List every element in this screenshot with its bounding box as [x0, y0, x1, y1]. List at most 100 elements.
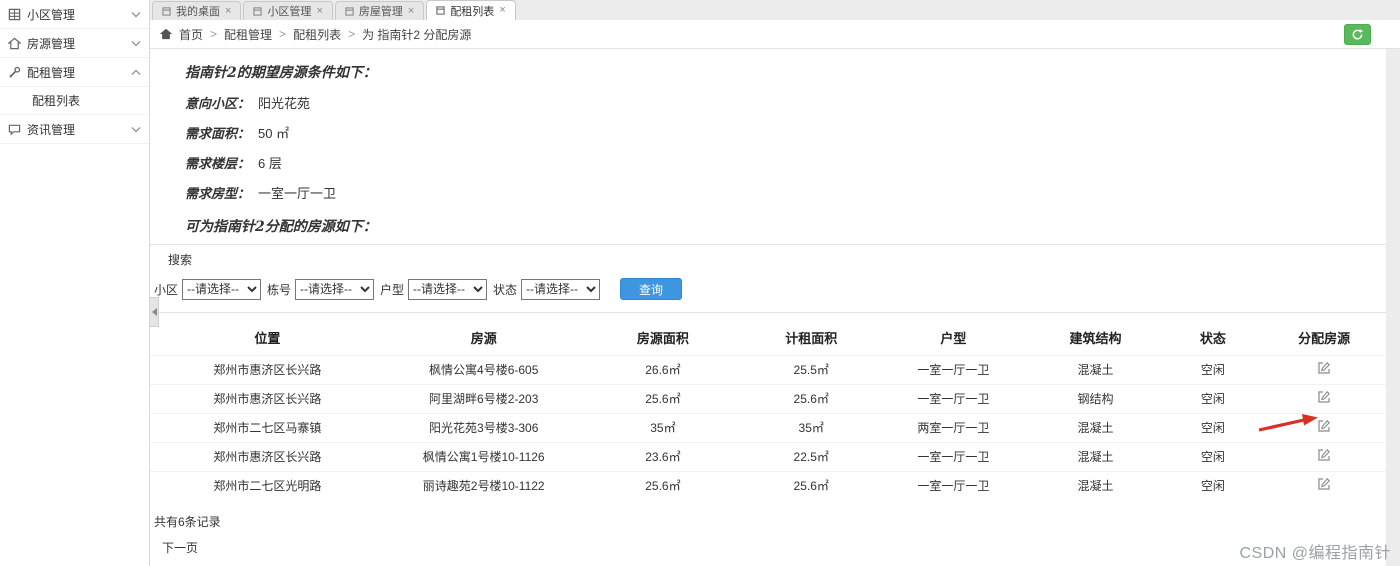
cell-location: 郑州市二七区光明路	[150, 470, 385, 500]
cell-house-area: 25.6㎡	[582, 470, 744, 500]
breadcrumb-separator: >	[210, 27, 218, 41]
cell-assign	[1262, 354, 1386, 384]
cell-status: 空闲	[1163, 441, 1263, 471]
cell-house-area: 25.6㎡	[582, 383, 744, 413]
next-page-link[interactable]: 下一页	[162, 539, 198, 556]
sidebar-item-community[interactable]: 小区管理	[0, 0, 149, 29]
cell-rent-area: 25.6㎡	[743, 470, 880, 500]
breadcrumb: 首页 > 配租管理 > 配租列表 > 为 指南针2 分配房源	[150, 20, 1400, 49]
assign-edit-icon[interactable]	[1317, 361, 1331, 375]
filter-label-building: 栋号	[267, 282, 292, 297]
tab-bar: 我的桌面 × 小区管理 × 房屋管理 × 配租列表 ×	[150, 0, 1400, 20]
col-rent-area: 计租面积	[785, 331, 838, 347]
tab-my-desktop[interactable]: 我的桌面 ×	[152, 1, 242, 20]
col-layout: 户型	[940, 331, 967, 347]
status-select[interactable]: --请选择--	[521, 278, 601, 300]
content-panel: 指南针2的期望房源条件如下： 意向小区： 阳光花苑 需求面积： 50 ㎡ 需求楼…	[150, 49, 1386, 566]
scroll-gutter	[1386, 49, 1400, 566]
filter-label-layout: 户型	[380, 282, 405, 297]
tab-community[interactable]: 小区管理 ×	[243, 1, 333, 20]
cell-layout: 一室一厅一卫	[879, 470, 1028, 500]
sidebar-item-housing[interactable]: 房源管理	[0, 29, 149, 58]
page-title: 指南针2的期望房源条件如下：	[185, 65, 377, 81]
breadcrumb-current: 为 指南针2 分配房源	[362, 27, 472, 42]
cell-structure: 混凝土	[1027, 354, 1164, 384]
tab-icon	[162, 6, 171, 16]
cell-location: 郑州市惠济区长兴路	[150, 354, 385, 384]
cell-layout: 一室一厅一卫	[879, 383, 1028, 413]
sidebar-item-label: 小区管理	[27, 7, 76, 22]
cell-rent-area: 22.5㎡	[743, 441, 880, 471]
wrench-icon	[9, 66, 21, 77]
tab-rental-list[interactable]: 配租列表 ×	[426, 0, 516, 20]
cell-location: 郑州市二七区马寨镇	[150, 412, 385, 442]
layout-select[interactable]: --请选择--	[408, 278, 488, 300]
cell-house: 阳光花苑3号楼3-306	[384, 412, 583, 442]
assign-edit-icon[interactable]	[1317, 448, 1331, 462]
table-header-row: 位置 房源 房源面积 计租面积 户型 建筑结构 状态 分配房源	[150, 321, 1386, 355]
condition-row: 需求房型： 一室一厅一卫	[185, 183, 1386, 202]
assignable-subtitle: 可为指南针2分配的房源如下：	[185, 219, 377, 235]
community-select[interactable]: --请选择--	[182, 278, 262, 300]
condition-value: 6 层	[258, 156, 282, 171]
table-row: 郑州市惠济区长兴路 阿里湖畔6号楼2-203 25.6㎡ 25.6㎡ 一室一厅一…	[150, 383, 1386, 413]
cell-structure: 钢结构	[1027, 383, 1164, 413]
breadcrumb-home[interactable]: 首页	[179, 26, 203, 43]
chevron-down-icon	[131, 40, 141, 46]
tab-icon	[345, 6, 354, 16]
cell-assign	[1262, 470, 1386, 500]
sidebar-item-rental[interactable]: 配租管理	[0, 58, 149, 87]
sidebar-item-label: 配租管理	[27, 65, 76, 80]
table-row: 郑州市二七区光明路 丽诗趣苑2号楼10-1122 25.6㎡ 25.6㎡ 一室一…	[150, 470, 1386, 500]
close-icon[interactable]: ×	[225, 5, 231, 17]
home-icon	[160, 28, 172, 40]
cell-layout: 一室一厅一卫	[879, 441, 1028, 471]
refresh-button[interactable]	[1344, 24, 1371, 45]
building-select[interactable]: --请选择--	[295, 278, 375, 300]
cell-house: 枫情公寓1号楼10-1126	[384, 441, 583, 471]
col-structure: 建筑结构	[1069, 331, 1122, 347]
cell-structure: 混凝土	[1027, 412, 1164, 442]
assign-edit-icon[interactable]	[1317, 419, 1331, 433]
breadcrumb-rental-list[interactable]: 配租列表	[293, 26, 341, 43]
col-house: 房源	[470, 331, 497, 347]
close-icon[interactable]: ×	[408, 5, 414, 17]
tab-house[interactable]: 房屋管理 ×	[334, 1, 425, 20]
record-count: 共有6条记录	[154, 515, 221, 529]
assign-edit-icon[interactable]	[1317, 390, 1331, 404]
breadcrumb-separator: >	[348, 27, 356, 41]
close-icon[interactable]: ×	[499, 5, 505, 16]
search-panel-label: 搜索	[168, 253, 193, 267]
breadcrumb-rental-mgmt[interactable]: 配租管理	[224, 26, 272, 43]
sidebar-item-rental-list[interactable]: 配租列表	[0, 87, 149, 115]
filter-label-status: 状态	[493, 282, 518, 297]
tab-label: 配租列表	[450, 5, 495, 18]
tab-icon	[253, 6, 263, 16]
cell-location: 郑州市惠济区长兴路	[150, 441, 385, 471]
tab-label: 小区管理	[267, 6, 312, 18]
cell-house-area: 23.6㎡	[582, 441, 744, 471]
sidebar-item-news[interactable]: 资讯管理	[0, 115, 149, 144]
sidebar-collapse-handle[interactable]	[150, 297, 159, 327]
chevron-down-icon	[131, 126, 141, 132]
condition-label: 需求房型：	[185, 187, 251, 202]
search-panel: 搜索 小区 --请选择-- 栋号 --请选择-- 户型 --请选择-- 状态 -…	[150, 244, 1386, 313]
assign-edit-icon[interactable]	[1317, 477, 1331, 491]
sidebar-item-label: 房源管理	[27, 36, 76, 51]
table-row: 郑州市二七区马寨镇 阳光花苑3号楼3-306 35㎡ 35㎡ 两室一厅一卫 混凝…	[150, 412, 1386, 442]
cell-status: 空闲	[1163, 412, 1263, 442]
breadcrumb-separator: >	[279, 27, 287, 41]
cell-assign	[1262, 412, 1386, 442]
query-button[interactable]: 查询	[620, 278, 683, 300]
condition-label: 需求面积：	[185, 127, 251, 142]
sidebar-sub-label: 配租列表	[32, 94, 81, 108]
col-location: 位置	[254, 331, 281, 347]
condition-label: 需求楼层：	[185, 157, 251, 172]
cell-house: 丽诗趣苑2号楼10-1122	[384, 470, 583, 500]
sidebar-item-label: 资讯管理	[27, 122, 76, 137]
cell-structure: 混凝土	[1027, 441, 1164, 471]
cell-location: 郑州市惠济区长兴路	[150, 383, 385, 413]
close-icon[interactable]: ×	[316, 5, 322, 17]
col-assign: 分配房源	[1298, 331, 1351, 347]
watermark: CSDN @编程指南针	[1239, 545, 1391, 562]
